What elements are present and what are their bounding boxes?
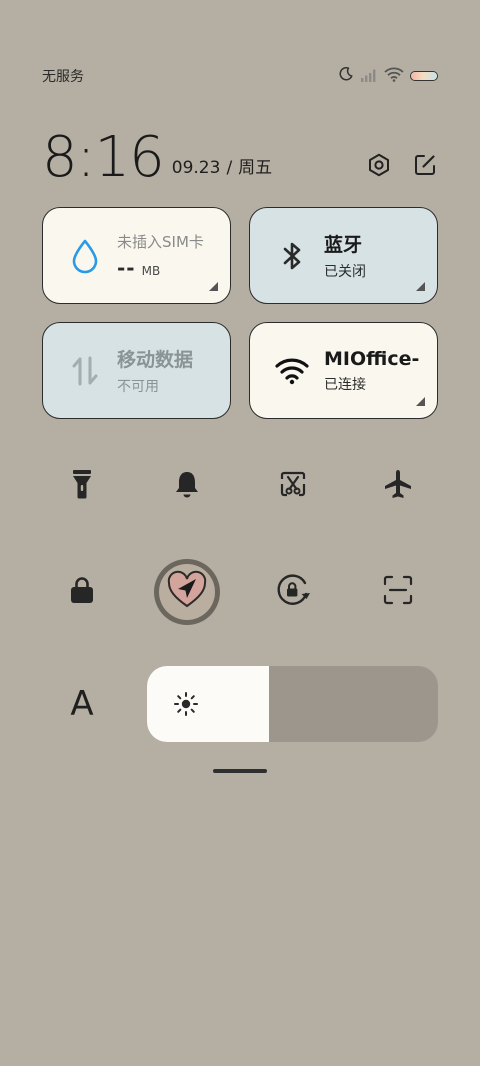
notification-toggle[interactable] <box>147 446 227 526</box>
brightness-slider-fill <box>147 666 270 742</box>
wifi-tile[interactable]: MIOffice- 已连接 <box>249 322 438 419</box>
data-usage-title: 未插入SIM卡 <box>117 233 204 251</box>
data-arrows-icon <box>63 354 107 388</box>
bluetooth-status: 已关闭 <box>324 264 366 280</box>
scanner-toggle[interactable] <box>358 552 438 632</box>
signal-icon <box>360 67 378 86</box>
edit-icon[interactable] <box>412 152 438 178</box>
wifi-icon <box>384 67 404 86</box>
bluetooth-icon <box>270 239 314 273</box>
expand-corner-icon <box>209 282 218 291</box>
settings-icon[interactable] <box>366 152 392 178</box>
location-icon <box>166 570 208 614</box>
data-usage-text: 未插入SIM卡 -- MB <box>117 231 204 280</box>
date-label: 09.23/周五 <box>172 153 272 178</box>
scanner-icon <box>383 575 413 609</box>
expand-corner-icon <box>416 397 425 406</box>
brightness-slider[interactable] <box>147 666 438 742</box>
clock-actions <box>366 152 438 178</box>
clock-time: 8:16 <box>42 125 165 190</box>
location-toggle-inner <box>159 564 216 620</box>
quick-tiles: 未插入SIM卡 -- MB 蓝牙 已关闭 移动数据 不可用 MIOffice- … <box>42 207 438 419</box>
status-icons <box>338 66 438 86</box>
sun-icon <box>173 691 199 721</box>
brightness-row: A <box>42 666 438 742</box>
toggle-row-1 <box>42 446 438 526</box>
mobile-data-title: 移动数据 <box>117 349 194 371</box>
rotation-lock-icon <box>275 573 311 611</box>
data-usage-value: -- <box>117 256 136 280</box>
mobile-data-text: 移动数据 不可用 <box>117 345 193 396</box>
rotation-lock-toggle[interactable] <box>253 552 333 632</box>
bluetooth-title: 蓝牙 <box>324 234 363 256</box>
wifi-icon <box>270 357 314 385</box>
clock-row: 8:16 09.23/周五 <box>42 118 438 188</box>
moon-icon <box>338 66 354 86</box>
battery-icon <box>410 71 438 81</box>
toggle-row-2 <box>42 552 438 632</box>
date-value: 09.23 <box>171 158 221 178</box>
location-toggle[interactable] <box>147 552 227 632</box>
lock-screen-toggle[interactable] <box>42 552 122 632</box>
bluetooth-tile[interactable]: 蓝牙 已关闭 <box>249 207 438 304</box>
carrier-label: 无服务 <box>42 69 84 85</box>
water-drop-icon <box>63 238 107 274</box>
data-usage-tile[interactable]: 未插入SIM卡 -- MB <box>42 207 231 304</box>
wifi-text: MIOffice- 已连接 <box>324 348 419 394</box>
wifi-status: 已连接 <box>324 376 366 393</box>
drag-handle[interactable] <box>213 769 267 773</box>
bluetooth-text: 蓝牙 已关闭 <box>324 230 366 281</box>
lock-icon <box>69 575 95 609</box>
control-center: 无服务 8:16 09.23 / 周五 未插入SIM卡 -- MB 蓝牙 已关闭… <box>0 0 480 1066</box>
airplane-icon <box>382 468 414 504</box>
mobile-data-status: 不可用 <box>117 379 159 395</box>
font-size-label: A <box>70 684 94 724</box>
status-bar: 无服务 <box>42 64 438 88</box>
expand-corner-icon <box>416 282 425 291</box>
font-size-button[interactable]: A <box>42 666 122 742</box>
data-usage-value-row: -- MB <box>117 256 204 280</box>
airplane-toggle[interactable] <box>358 446 438 526</box>
mobile-data-tile[interactable]: 移动数据 不可用 <box>42 322 231 419</box>
weekday-label: 周五 <box>238 158 273 178</box>
bell-icon <box>173 469 201 503</box>
data-usage-unit: MB <box>141 264 161 278</box>
wifi-network-name: MIOffice- <box>324 347 420 370</box>
screenshot-icon <box>279 470 307 502</box>
flashlight-toggle[interactable] <box>42 446 122 526</box>
location-toggle-ring <box>154 559 221 625</box>
flashlight-icon <box>70 468 94 504</box>
date-separator: / <box>226 158 233 178</box>
screenshot-toggle[interactable] <box>253 446 333 526</box>
